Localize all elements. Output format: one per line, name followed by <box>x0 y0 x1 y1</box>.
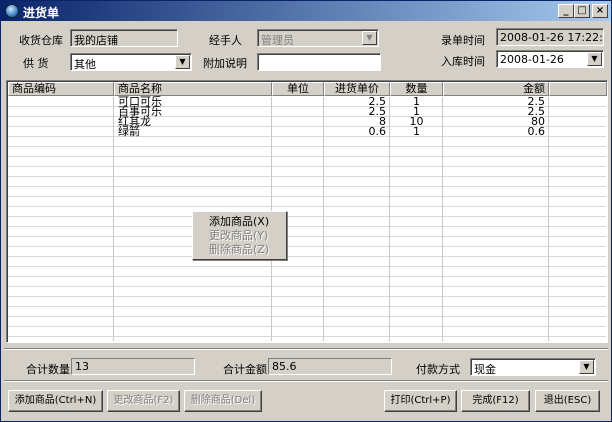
col-divider <box>113 97 114 341</box>
chevron-down-icon[interactable]: ▼ <box>587 52 602 66</box>
title-bar[interactable]: 进货单 _ □ × <box>1 1 611 21</box>
supplier-select[interactable]: 其他 ▼ <box>70 53 192 71</box>
row-name: 绿箭 <box>118 125 140 138</box>
chevron-down-icon: ▼ <box>362 31 377 45</box>
chevron-down-icon[interactable]: ▼ <box>579 360 594 374</box>
stock-time-picker[interactable]: 2008-01-26 ▼ <box>496 50 604 68</box>
total-amount-field: 85.6 <box>268 358 392 375</box>
window-title: 进货单 <box>23 6 60 20</box>
finish-button[interactable]: 完成(F12) <box>461 390 530 412</box>
minimize-icon: _ <box>563 5 569 16</box>
delete-product-button: 删除商品(Del) <box>184 390 262 412</box>
entry-time-field: 2008-01-26 17:22:35 <box>496 28 604 46</box>
col-header-filler <box>549 82 607 96</box>
stock-time-label: 入库时间 <box>441 55 485 68</box>
handler-select: 管理员 ▼ <box>257 29 379 47</box>
total-qty-field: 13 <box>71 358 195 375</box>
row-amount: 2.5 <box>527 105 546 118</box>
context-add-product[interactable]: 添加商品(X) <box>209 215 269 228</box>
row-amount: 0.6 <box>527 125 546 138</box>
payment-label: 付款方式 <box>416 363 460 376</box>
context-menu: 添加商品(X) 更改商品(Y) 删除商品(Z) <box>192 211 287 260</box>
col-header-code[interactable]: 商品编码 <box>8 82 114 96</box>
add-product-button[interactable]: 添加商品(Ctrl+N) <box>8 390 103 412</box>
total-amount-label: 合计金额 <box>223 363 267 376</box>
col-header-price[interactable]: 进货单价 <box>324 82 390 96</box>
supplier-label: 供 货 <box>23 57 49 70</box>
note-label: 附加说明 <box>203 57 247 70</box>
supplier-value: 其他 <box>74 58 96 71</box>
stock-time-value: 2008-01-26 <box>500 53 564 66</box>
row-qty: 1 <box>413 125 420 138</box>
purchase-order-window: 进货单 _ □ × 收货仓库 我的店铺 经手人 管理员 ▼ 录单时间 2008-… <box>0 0 612 422</box>
divider <box>4 380 608 382</box>
handler-value: 管理员 <box>261 34 294 47</box>
row-price: 2.5 <box>368 105 387 118</box>
total-qty-label: 合计数量 <box>26 363 70 376</box>
close-icon: × <box>595 5 605 16</box>
minimize-button[interactable]: _ <box>558 4 574 18</box>
handler-label: 经手人 <box>209 34 242 47</box>
warehouse-label: 收货仓库 <box>19 34 63 47</box>
row-price: 0.6 <box>368 125 387 138</box>
app-icon <box>5 4 19 18</box>
payment-value: 现金 <box>474 363 496 376</box>
maximize-icon: □ <box>577 5 587 16</box>
col-header-name[interactable]: 商品名称 <box>114 82 272 96</box>
warehouse-field[interactable]: 我的店铺 <box>70 29 178 47</box>
product-grid[interactable]: 商品编码 商品名称 单位 进货单价 数量 金额 可口可乐 2.5 1 2.5 百… <box>6 80 608 343</box>
col-divider <box>548 97 549 341</box>
context-delete-product: 删除商品(Z) <box>209 243 270 256</box>
payment-select[interactable]: 现金 ▼ <box>470 358 596 376</box>
note-input[interactable] <box>257 53 381 71</box>
col-header-unit[interactable]: 单位 <box>272 82 324 96</box>
chevron-down-icon[interactable]: ▼ <box>175 55 190 69</box>
exit-button[interactable]: 退出(ESC) <box>535 390 600 412</box>
context-edit-product: 更改商品(Y) <box>209 229 269 242</box>
col-header-qty[interactable]: 数量 <box>390 82 443 96</box>
maximize-button[interactable]: □ <box>574 4 590 18</box>
col-header-amount[interactable]: 金额 <box>443 82 549 96</box>
edit-product-button: 更改商品(F2) <box>107 390 180 412</box>
close-button[interactable]: × <box>592 4 608 18</box>
print-button[interactable]: 打印(Ctrl+P) <box>384 390 457 412</box>
entry-time-label: 录单时间 <box>441 34 485 47</box>
divider <box>4 348 608 350</box>
